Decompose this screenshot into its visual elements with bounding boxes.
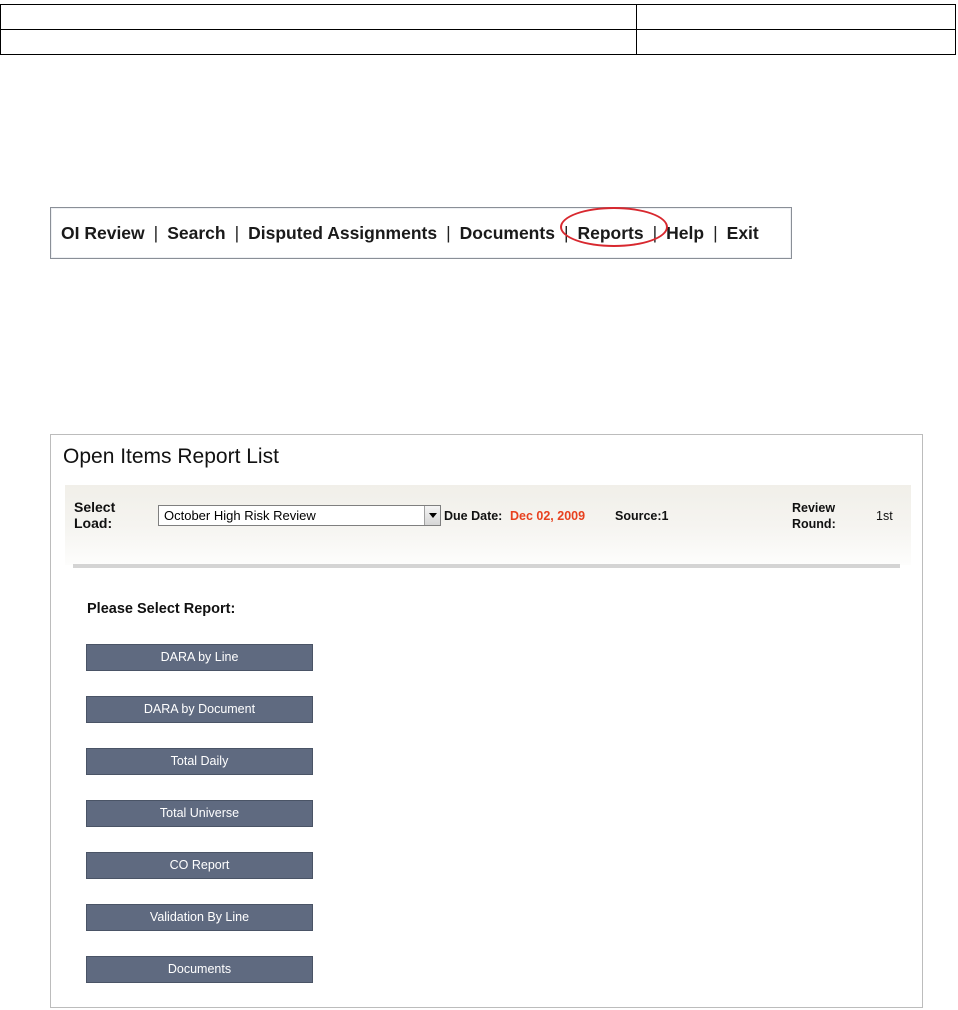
table-cell <box>0 29 637 55</box>
nav-separator: | <box>563 222 569 243</box>
nav-search[interactable]: Search <box>167 223 225 244</box>
load-dropdown-value: October High Risk Review <box>164 508 316 523</box>
review-round-label: Review Round: <box>792 501 836 531</box>
nav-disputed-assignments[interactable]: Disputed Assignments <box>248 223 437 244</box>
nav-reports[interactable]: Reports <box>577 223 643 243</box>
load-dropdown[interactable]: October High Risk Review <box>158 505 441 526</box>
report-button-total-universe[interactable]: Total Universe <box>86 800 313 827</box>
report-button-dara-by-document[interactable]: DARA by Document <box>86 696 313 723</box>
nav-reports-wrapper: Reports <box>560 206 669 247</box>
nav-separator: | <box>446 222 451 243</box>
main-navigation-bar: OI Review | Search | Disputed Assignment… <box>50 206 792 259</box>
source-label: Source:1 <box>615 509 669 523</box>
report-heading: Please Select Report: <box>87 601 236 617</box>
report-button-validation-by-line[interactable]: Validation By Line <box>86 904 313 931</box>
table-cell <box>636 4 956 30</box>
nav-help[interactable]: Help <box>666 223 704 244</box>
nav-separator: | <box>652 222 658 243</box>
divider <box>73 564 900 568</box>
review-round-value: 1st <box>876 509 893 523</box>
page-title: Open Items Report List <box>63 445 279 468</box>
chevron-down-icon[interactable] <box>424 506 440 525</box>
nav-exit[interactable]: Exit <box>727 223 759 244</box>
report-button-documents[interactable]: Documents <box>86 956 313 983</box>
table-cell <box>636 29 956 55</box>
nav-separator: | <box>713 222 718 243</box>
report-button-list: DARA by Line DARA by Document Total Dail… <box>86 644 313 1008</box>
report-button-dara-by-line[interactable]: DARA by Line <box>86 644 313 671</box>
table-row <box>0 29 956 55</box>
report-button-total-daily[interactable]: Total Daily <box>86 748 313 775</box>
table-row <box>0 4 956 30</box>
select-load-label: Select Load: <box>74 499 116 531</box>
report-button-co-report[interactable]: CO Report <box>86 852 313 879</box>
nav-oi-review[interactable]: OI Review <box>61 223 145 244</box>
nav-separator: | <box>153 222 159 243</box>
table-cell <box>0 4 637 30</box>
nav-separator: | <box>234 222 240 243</box>
report-list-panel: Open Items Report List Select Load: Octo… <box>50 434 923 1008</box>
nav-documents[interactable]: Documents <box>460 223 555 244</box>
due-date-label: Due Date: <box>444 509 503 523</box>
document-header-table <box>0 4 956 55</box>
load-selection-bar: Select Load: October High Risk Review Du… <box>65 485 911 565</box>
due-date-value: Dec 02, 2009 <box>510 509 586 523</box>
